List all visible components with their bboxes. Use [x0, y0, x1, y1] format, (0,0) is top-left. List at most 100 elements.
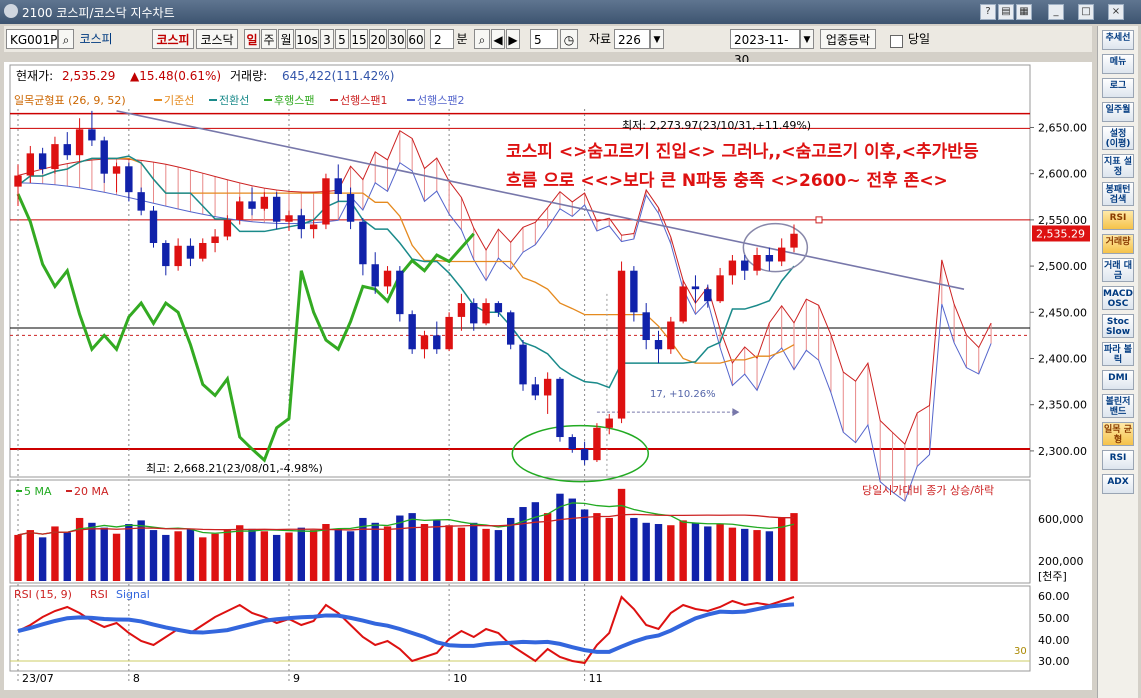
candle-body-16[interactable] — [199, 242, 207, 259]
volume-bar-23[interactable] — [285, 532, 293, 582]
volume-bar-56[interactable] — [691, 522, 700, 581]
candle-body-58[interactable] — [716, 275, 724, 302]
candle-body-13[interactable] — [162, 242, 170, 267]
sidebar-item-1[interactable]: 추세선 — [1102, 30, 1134, 50]
candle-body-5[interactable] — [63, 144, 71, 156]
sameday-checkbox[interactable] — [890, 35, 903, 48]
volume-bar-54[interactable] — [667, 525, 675, 581]
chevron-down-icon[interactable]: ▼ — [650, 29, 664, 49]
volume-bar-4[interactable] — [51, 526, 59, 581]
data-count-select[interactable]: 226 — [614, 29, 650, 49]
volume-bar-49[interactable] — [605, 517, 613, 581]
volume-bar-38[interactable] — [470, 522, 478, 581]
sidebar-item-15[interactable]: 볼린저 밴드 — [1102, 394, 1134, 418]
volume-bar-59[interactable] — [728, 527, 737, 581]
volume-bar-16[interactable] — [199, 537, 207, 581]
period-button-7[interactable]: 15 — [350, 29, 368, 49]
candle-body-63[interactable] — [777, 247, 786, 262]
index-chart[interactable]: 2,650.00 2,600.00 2,550.00 2,500.00 2,450.00… — [4, 62, 1092, 690]
maximize-icon[interactable]: □ — [1078, 4, 1094, 20]
volume-bar-15[interactable] — [186, 528, 195, 581]
zoom-icon[interactable]: ⌕ — [474, 29, 490, 49]
sidebar-item-8[interactable]: RSI — [1102, 210, 1134, 230]
candle-body-46[interactable] — [568, 437, 576, 450]
volume-bar-14[interactable] — [174, 531, 182, 581]
volume-bar-32[interactable] — [396, 515, 404, 581]
candle-body-60[interactable] — [741, 260, 749, 271]
period-button-3[interactable]: 월 — [278, 29, 294, 49]
period-button-2[interactable]: 주 — [261, 29, 277, 49]
candle-body-50[interactable] — [617, 270, 626, 419]
period-button-4[interactable]: 10s — [295, 29, 319, 49]
sidebar-item-6[interactable]: 지표 설정 — [1102, 154, 1134, 178]
volume-bar-5[interactable] — [63, 532, 71, 582]
candle-body-53[interactable] — [654, 340, 663, 350]
sector-button[interactable]: 업종등락 — [820, 29, 876, 49]
volume-bar-22[interactable] — [272, 534, 281, 581]
sidebar-item-13[interactable]: 파라 볼릭 — [1102, 342, 1134, 366]
candle-body-33[interactable] — [408, 314, 416, 350]
volume-bar-61[interactable] — [753, 530, 761, 581]
candle-body-51[interactable] — [630, 270, 638, 313]
candle-body-17[interactable] — [211, 236, 219, 243]
sidebar-item-7[interactable]: 봉패턴 검색 — [1102, 182, 1134, 206]
candle-body-54[interactable] — [667, 321, 675, 350]
volume-bar-35[interactable] — [433, 520, 441, 581]
sidebar-item-16[interactable]: 일목 균형 — [1102, 422, 1134, 446]
sidebar-item-17[interactable]: RSI — [1102, 450, 1134, 470]
candle-body-19[interactable] — [236, 201, 244, 220]
period-button-1[interactable]: 일 — [244, 29, 260, 49]
interval-input[interactable]: 2 — [430, 29, 454, 49]
candle-body-1[interactable] — [14, 175, 22, 187]
candle-body-8[interactable] — [100, 140, 108, 174]
volume-bar-40[interactable] — [494, 530, 503, 581]
volume-bar-24[interactable] — [297, 527, 305, 581]
volume-bar-13[interactable] — [162, 534, 170, 581]
candle-body-52[interactable] — [642, 312, 650, 341]
count-input[interactable]: 5 — [530, 29, 558, 49]
candle-body-24[interactable] — [297, 215, 305, 230]
candle-body-28[interactable] — [346, 194, 355, 222]
candle-body-42[interactable] — [519, 344, 527, 385]
volume-bar-20[interactable] — [248, 528, 256, 581]
candle-body-47[interactable] — [580, 449, 589, 461]
candle-body-27[interactable] — [334, 178, 342, 195]
candle-body-57[interactable] — [704, 289, 712, 302]
period-button-6[interactable]: 5 — [335, 29, 349, 49]
period-button-8[interactable]: 20 — [369, 29, 387, 49]
volume-bar-62[interactable] — [765, 531, 774, 581]
volume-bar-6[interactable] — [75, 517, 84, 581]
candle-body-30[interactable] — [371, 264, 379, 287]
volume-bar-58[interactable] — [716, 524, 724, 581]
volume-bar-27[interactable] — [334, 528, 342, 581]
candle-body-15[interactable] — [186, 245, 195, 259]
sidebar-item-12[interactable]: Stoc Slow — [1102, 314, 1134, 338]
search-icon[interactable]: ⌕ — [58, 29, 74, 49]
candle-body-64[interactable] — [790, 233, 798, 248]
volume-bar-42[interactable] — [519, 507, 527, 581]
volume-bar-26[interactable] — [322, 524, 330, 581]
volume-bar-3[interactable] — [38, 537, 47, 581]
volume-bar-47[interactable] — [580, 509, 589, 581]
candle-body-6[interactable] — [75, 129, 84, 156]
volume-bar-52[interactable] — [642, 522, 650, 581]
volume-bar-39[interactable] — [482, 528, 490, 581]
prev-icon[interactable]: ◀ — [491, 29, 505, 49]
volume-bar-7[interactable] — [88, 522, 96, 581]
candle-body-21[interactable] — [260, 196, 269, 209]
volume-bar-18[interactable] — [223, 530, 232, 581]
candle-body-20[interactable] — [248, 201, 256, 209]
volume-bar-33[interactable] — [408, 513, 416, 581]
period-button-5[interactable]: 3 — [320, 29, 334, 49]
candle-body-10[interactable] — [125, 166, 133, 193]
sidebar-item-18[interactable]: ADX — [1102, 474, 1134, 494]
volume-bar-11[interactable] — [137, 520, 145, 581]
candle-body-41[interactable] — [507, 312, 515, 345]
volume-bar-30[interactable] — [371, 522, 379, 581]
volume-bar-46[interactable] — [568, 498, 576, 581]
volume-bar-37[interactable] — [457, 527, 466, 581]
clock-icon[interactable]: ◷ — [560, 29, 578, 49]
candle-body-35[interactable] — [433, 335, 441, 350]
sidebar-item-4[interactable]: 일주월 — [1102, 102, 1134, 122]
candle-body-59[interactable] — [728, 260, 737, 276]
